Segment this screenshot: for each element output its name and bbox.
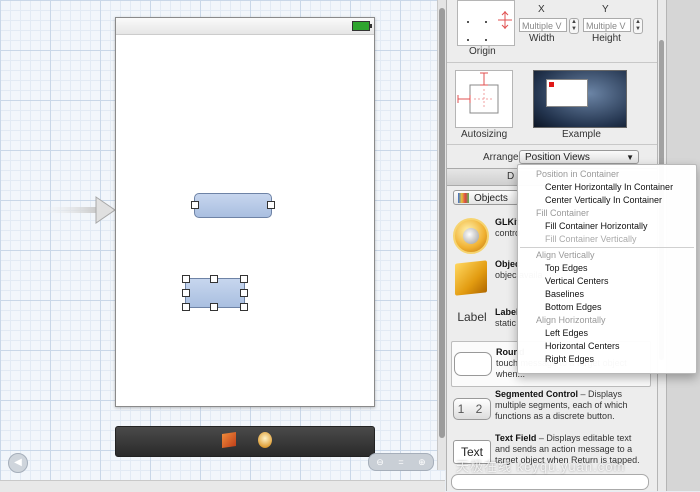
library-item-segmented-control[interactable]: 1 2 Segmented Control – Displays multipl…: [451, 386, 649, 430]
menu-item-left-edges[interactable]: Left Edges: [518, 327, 700, 340]
zoom-in-icon[interactable]: ⊕: [418, 457, 426, 468]
zoom-fit-icon[interactable]: =: [398, 457, 403, 467]
scene-dock: [115, 426, 375, 457]
item-title: Segmented Control: [495, 389, 579, 399]
resize-handle[interactable]: [210, 303, 218, 311]
arrange-menu: Position in Container Center Horizontally…: [517, 164, 697, 374]
height-label: Height: [592, 33, 621, 44]
battery-icon: [352, 21, 372, 31]
menu-item-top-edges[interactable]: Top Edges: [518, 262, 700, 275]
menu-separator: [520, 247, 694, 248]
library-filter-label: Objects: [474, 193, 508, 204]
rounded-button-1[interactable]: [194, 193, 272, 218]
menu-item-center-horizontally-in-container[interactable]: Center Horizontally In Container: [518, 181, 700, 194]
height-field[interactable]: Multiple V: [583, 18, 631, 32]
menu-item-baselines[interactable]: Baselines: [518, 288, 700, 301]
origin-anchor-icon: [498, 11, 512, 29]
watermark: 天极在线 keyqu.yuan.com: [456, 459, 626, 474]
autosizing-control[interactable]: [455, 70, 513, 128]
label-icon: Label: [457, 310, 487, 324]
height-stepper[interactable]: ▲ ▼: [633, 18, 643, 34]
library-filter-popup[interactable]: Objects: [453, 190, 519, 205]
x-label: X: [538, 4, 545, 15]
menu-item-vertical-centers[interactable]: Vertical Centers: [518, 275, 700, 288]
origin-label: Origin: [469, 46, 496, 57]
zoom-controls[interactable]: ⊖ = ⊕: [368, 453, 434, 471]
resize-handle[interactable]: [182, 303, 190, 311]
menu-item-fill-container-horizontally[interactable]: Fill Container Horizontally: [518, 220, 700, 233]
resize-handle[interactable]: [240, 289, 248, 297]
objects-library-icon: [458, 193, 469, 203]
y-label: Y: [602, 4, 609, 15]
menu-item-right-edges[interactable]: Right Edges: [518, 353, 700, 366]
item-title: GLKit: [495, 217, 520, 227]
example-label: Example: [562, 129, 601, 140]
library-search-input[interactable]: [451, 474, 649, 490]
menu-item-center-vertically-in-container[interactable]: Center Vertically In Container: [518, 194, 700, 207]
menu-section-header: Fill Container: [536, 208, 590, 218]
resize-handle[interactable]: [182, 289, 190, 297]
arrange-popup-value: Position Views: [525, 152, 590, 163]
menu-section-header: Align Vertically: [536, 250, 595, 260]
canvas-horizontal-scrollbar[interactable]: [0, 480, 445, 492]
width-label: Width: [529, 33, 555, 44]
menu-item-bottom-edges[interactable]: Bottom Edges: [518, 301, 700, 314]
resize-handle[interactable]: [182, 275, 190, 283]
width-field[interactable]: Multiple V: [519, 18, 567, 32]
status-bar: [116, 18, 374, 35]
item-desc: static: [495, 318, 517, 328]
arrange-popup[interactable]: Position Views ▼: [519, 150, 639, 164]
item-title: Label: [495, 307, 519, 317]
round-rect-button-icon: [452, 344, 492, 384]
width-stepper[interactable]: ▲ ▼: [569, 18, 579, 34]
resize-handle[interactable]: [267, 201, 275, 209]
autosizing-struts-icon: [457, 72, 499, 114]
resize-handle[interactable]: [240, 303, 248, 311]
first-responder-icon[interactable]: [222, 432, 236, 448]
resize-handle[interactable]: [210, 275, 218, 283]
menu-section-header: Position in Container: [536, 169, 620, 179]
object-cube-icon: [451, 258, 491, 298]
autosizing-label: Autosizing: [461, 129, 508, 140]
library-tab[interactable]: D: [507, 171, 514, 182]
chevron-down-icon: ▼: [626, 153, 634, 162]
view-controller-icon[interactable]: [258, 432, 272, 448]
resize-handle[interactable]: [191, 201, 199, 209]
example-preview: [533, 70, 627, 128]
scroll-thumb[interactable]: [439, 8, 445, 438]
glkit-icon: [451, 216, 491, 256]
zoom-out-icon[interactable]: ⊖: [376, 457, 384, 468]
menu-item-horizontal-centers[interactable]: Horizontal Centers: [518, 340, 700, 353]
menu-section-header: Align Horizontally: [536, 315, 606, 325]
initial-view-arrow: [40, 196, 115, 224]
segmented-control-icon: 1 2: [451, 388, 491, 428]
item-title: Text Field: [495, 433, 537, 443]
arrange-label: Arrange: [483, 152, 519, 163]
back-arrow-icon[interactable]: ◀: [8, 453, 28, 473]
origin-selector[interactable]: [457, 0, 515, 46]
menu-item-fill-container-vertically: Fill Container Vertically: [545, 234, 637, 244]
canvas-vertical-scrollbar[interactable]: [437, 0, 446, 470]
resize-handle[interactable]: [240, 275, 248, 283]
